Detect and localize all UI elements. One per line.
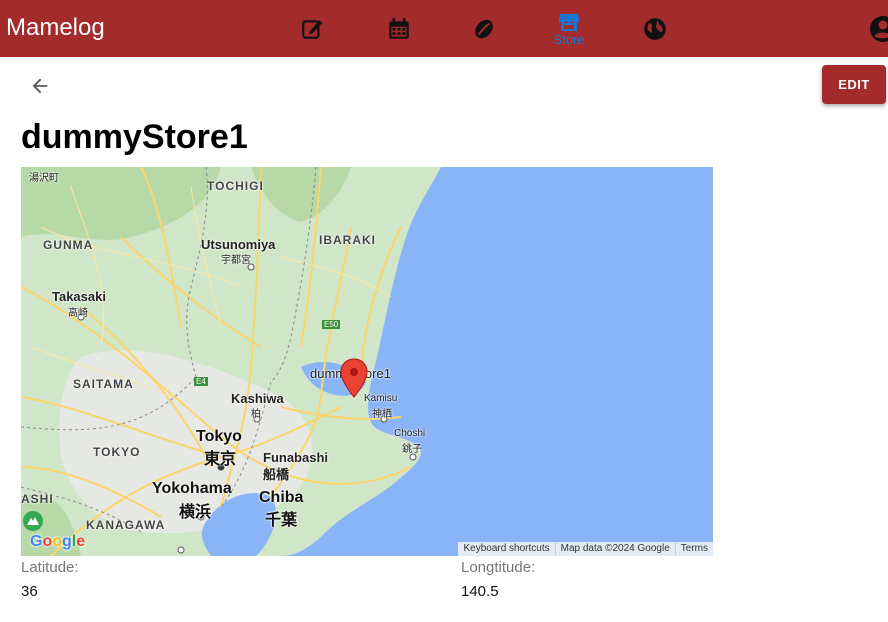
map-place-label: 柏 xyxy=(251,409,261,420)
app-bar: Mamelog Store xyxy=(0,0,888,57)
map-place-label: 湯沢町 xyxy=(29,173,59,184)
nav-calendar-button[interactable] xyxy=(369,0,429,57)
map-road-shield: E50 xyxy=(322,320,341,329)
map-place-label: IBARAKI xyxy=(319,233,376,247)
map-place-label: Choshi xyxy=(394,428,426,439)
map-place-label: Kashiwa xyxy=(231,391,284,406)
map-place-label: TOCHIGI xyxy=(207,179,264,193)
nav-store-label: Store xyxy=(553,32,585,47)
map-place-label: 千葉 xyxy=(265,512,298,529)
map-place-label: KANAGAWA xyxy=(86,518,166,532)
map-place-label: Kamisu xyxy=(364,393,398,404)
map-place-label: SAITAMA xyxy=(73,377,134,391)
latitude-value: 36 xyxy=(21,583,38,600)
map-place-label: Yokohama xyxy=(152,480,232,497)
map-place-label: Takasaki xyxy=(52,289,106,304)
map-place-label: GUNMA xyxy=(43,238,94,252)
latitude-label: Latitude: xyxy=(21,559,79,576)
keyboard-shortcuts-link[interactable]: Keyboard shortcuts xyxy=(458,542,554,556)
globe-icon xyxy=(644,17,666,40)
map-place-label: 横浜 xyxy=(179,504,212,521)
map-poi-icon xyxy=(23,511,43,531)
map-place-label: Tokyo xyxy=(196,428,242,445)
map-place-label: 東京 xyxy=(204,451,237,468)
map-place-label: 船橋 xyxy=(263,467,290,482)
map-place-label: 高崎 xyxy=(68,308,88,319)
nav-edit-button[interactable] xyxy=(283,0,343,57)
store-map[interactable]: 湯沢町 TOCHIGI GUNMA IBARAKI Utsunomiya 宇都宮… xyxy=(21,167,713,556)
store-icon xyxy=(559,14,579,31)
map-place-label: Funabashi xyxy=(263,450,329,465)
map-place-label: ASHI xyxy=(21,492,54,506)
map-place-label: Chiba xyxy=(259,489,304,506)
app-title[interactable]: Mamelog xyxy=(6,14,105,42)
terms-link[interactable]: Terms xyxy=(674,542,713,556)
map-place-label: TOKYO xyxy=(93,445,141,459)
map-place-label: Utsunomiya xyxy=(201,237,276,252)
calendar-icon xyxy=(389,17,409,39)
store-name-heading: dummyStore1 xyxy=(21,118,248,156)
nav-beans-button[interactable] xyxy=(454,0,514,57)
map-place-label: 銚子 xyxy=(402,444,422,455)
map-place-label: 宇都宮 xyxy=(221,255,251,266)
back-button[interactable] xyxy=(24,70,56,102)
nav-globe-button[interactable] xyxy=(625,0,685,57)
coffee-bean-icon xyxy=(475,19,493,38)
map-data-credit: Map data ©2024 Google xyxy=(554,542,675,556)
edit-button[interactable]: EDIT xyxy=(822,65,886,104)
map-attribution: Keyboard shortcuts Map data ©2024 Google… xyxy=(458,542,713,556)
map-place-label: 神栖 xyxy=(372,409,392,420)
account-circle-icon[interactable] xyxy=(868,14,888,44)
map-marker-icon[interactable] xyxy=(340,358,368,398)
google-logo: Google xyxy=(30,533,86,550)
arrow-back-icon xyxy=(32,78,48,94)
edit-note-icon xyxy=(302,19,323,39)
longitude-value: 140.5 xyxy=(461,583,499,600)
map-road-shield: E4 xyxy=(194,377,208,386)
nav-store-button[interactable]: Store xyxy=(539,0,599,57)
longitude-label: Longtitude: xyxy=(461,559,536,576)
